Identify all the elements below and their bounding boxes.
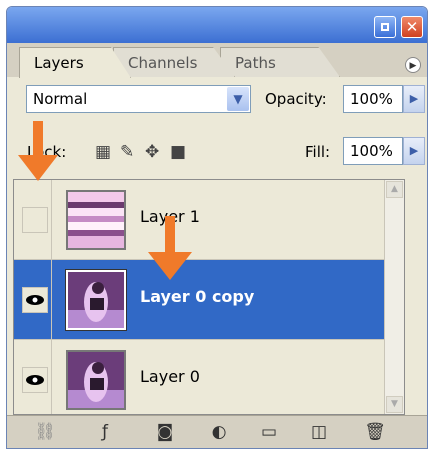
layer-thumbnail bbox=[66, 190, 126, 250]
blend-row: Normal ▼ Opacity: 100% ▶ bbox=[7, 79, 427, 119]
layer-name: Layer 0 bbox=[140, 367, 200, 386]
scroll-up-icon[interactable]: ▲ bbox=[386, 181, 403, 198]
layer-style-icon[interactable]: ƒ bbox=[93, 421, 117, 443]
chevron-down-icon[interactable]: ▼ bbox=[227, 87, 249, 111]
visibility-empty-box[interactable] bbox=[22, 207, 48, 233]
layers-bottom-toolbar: ⛓ ƒ ◙ ◐ ▭ ◫ 🗑 bbox=[7, 415, 427, 448]
tab-bar: Layers Channels Paths ▶ bbox=[7, 43, 427, 78]
layers-list: Layer 1 Layer 0 copy Layer 0 ▲ ▼ bbox=[13, 179, 405, 415]
blend-mode-select[interactable]: Normal ▼ bbox=[26, 85, 251, 113]
annotation-arrow-icon bbox=[18, 121, 58, 181]
opacity-label: Opacity: bbox=[265, 90, 327, 108]
tab-paths[interactable]: Paths bbox=[220, 47, 340, 77]
layers-panel: ✕ Layers Channels Paths ▶ Normal ▼ Opaci… bbox=[6, 6, 428, 449]
adjustment-layer-icon[interactable]: ◐ bbox=[207, 421, 231, 443]
trash-icon[interactable]: 🗑 bbox=[363, 421, 387, 443]
scroll-down-icon[interactable]: ▼ bbox=[386, 396, 403, 413]
layer-row-layer-0-copy[interactable]: Layer 0 copy bbox=[14, 260, 404, 340]
layer-name: Layer 0 copy bbox=[140, 287, 255, 306]
layer-row-layer-0[interactable]: Layer 0 bbox=[14, 340, 404, 414]
link-icon[interactable]: ⛓ bbox=[33, 421, 57, 443]
tab-channels[interactable]: Channels bbox=[113, 47, 235, 77]
lock-all-icon[interactable]: ■ bbox=[170, 143, 186, 161]
minimize-button[interactable] bbox=[374, 16, 396, 38]
new-group-icon[interactable]: ▭ bbox=[257, 421, 281, 443]
lock-transparency-icon[interactable]: ▦ bbox=[95, 143, 111, 161]
fill-label: Fill: bbox=[305, 143, 331, 161]
eye-icon[interactable] bbox=[22, 367, 48, 393]
annotation-arrow-icon bbox=[148, 216, 192, 280]
visibility-toggle[interactable] bbox=[14, 340, 52, 414]
fill-field[interactable]: 100% bbox=[343, 137, 403, 165]
layer-thumbnail bbox=[65, 269, 127, 331]
visibility-toggle[interactable] bbox=[14, 180, 52, 259]
panel-menu-button[interactable]: ▶ bbox=[405, 57, 421, 73]
panel-titlebar: ✕ bbox=[7, 7, 427, 43]
new-layer-icon[interactable]: ◫ bbox=[307, 421, 331, 443]
lock-row: Lock: ▦ ✎ ✥ ■ Fill: 100% ▶ bbox=[7, 131, 427, 171]
lock-position-icon[interactable]: ✥ bbox=[145, 143, 159, 161]
layer-thumbnail bbox=[66, 350, 126, 410]
fill-slider-button[interactable]: ▶ bbox=[403, 137, 425, 165]
layer-mask-icon[interactable]: ◙ bbox=[153, 421, 177, 443]
lock-image-brush-icon[interactable]: ✎ bbox=[120, 143, 134, 161]
close-button[interactable]: ✕ bbox=[401, 16, 423, 38]
opacity-field[interactable]: 100% bbox=[343, 85, 403, 113]
blend-mode-value: Normal bbox=[33, 90, 88, 108]
visibility-toggle[interactable] bbox=[14, 260, 52, 339]
layer-row-layer-1[interactable]: Layer 1 bbox=[14, 180, 404, 260]
eye-icon[interactable] bbox=[22, 287, 48, 313]
layers-scrollbar[interactable]: ▲ ▼ bbox=[384, 180, 404, 414]
opacity-slider-button[interactable]: ▶ bbox=[403, 85, 425, 113]
